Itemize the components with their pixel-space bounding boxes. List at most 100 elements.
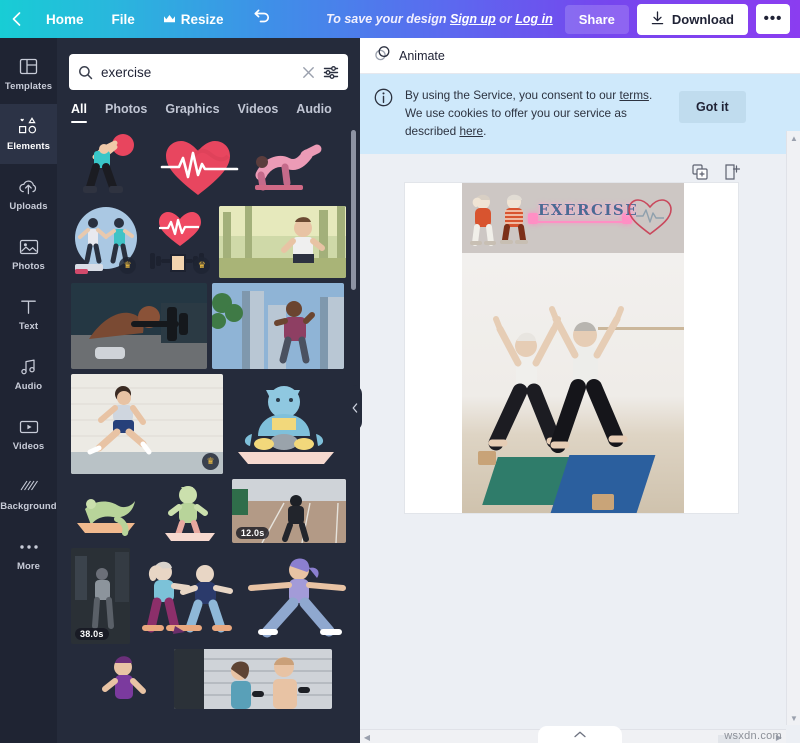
home-label: Home (46, 12, 84, 27)
scroll-up-arrow-icon[interactable]: ▲ (787, 131, 800, 145)
ellipsis-icon (18, 536, 40, 557)
result-item-graphic-pair[interactable]: ♛ (71, 206, 140, 278)
templates-icon (19, 56, 38, 77)
result-item-graphic-ball[interactable] (71, 129, 149, 201)
sidebar-item-templates[interactable]: Templates (0, 44, 57, 104)
video-play-icon (19, 416, 39, 437)
sidebar-item-text[interactable]: Text (0, 284, 57, 344)
home-menu-button[interactable]: Home (32, 0, 98, 38)
tab-videos[interactable]: Videos (238, 102, 279, 123)
sidebar-item-audio[interactable]: Audio (0, 344, 57, 404)
sidebar-item-photos[interactable]: Photos (0, 224, 57, 284)
result-item-dumbbell-heart[interactable]: ♛ (145, 206, 214, 278)
download-label: Download (672, 12, 734, 27)
sidebar-label: Background (0, 501, 56, 512)
result-item-graphic-two-seniors[interactable] (135, 548, 238, 644)
text-t-icon (20, 296, 37, 317)
sidebar-label: Videos (13, 441, 45, 452)
cookie-consent-banner: By using the Service, you consent to our… (360, 74, 800, 154)
result-item-video-gym-dark[interactable]: 38.0s (71, 548, 130, 644)
watermark-text: wsxdn.com (724, 730, 782, 742)
tab-label: Audio (296, 102, 331, 116)
page-tools (692, 164, 740, 180)
result-row: ♛ ♛ (71, 206, 346, 278)
elements-search-panel: All Photos Graphics Videos Audio (57, 38, 360, 743)
terms-link[interactable]: terms (619, 88, 649, 102)
sidebar-item-uploads[interactable]: Uploads (0, 164, 57, 224)
resize-label: Resize (181, 12, 224, 27)
sidebar-item-elements[interactable]: Elements (0, 104, 57, 164)
download-button[interactable]: Download (637, 4, 748, 35)
sidebar-item-videos[interactable]: Videos (0, 404, 57, 464)
sidebar-label: Uploads (9, 201, 47, 212)
result-item-graphic-stretch[interactable] (247, 129, 325, 201)
music-note-icon (19, 356, 38, 377)
undo-button[interactable] (238, 0, 285, 38)
elements-icon (18, 116, 39, 137)
result-filter-tabs: All Photos Graphics Videos Audio (57, 90, 360, 123)
share-button[interactable]: Share (565, 5, 629, 34)
bottom-panel-toggle[interactable] (538, 726, 622, 743)
file-menu-button[interactable]: File (98, 0, 149, 38)
resize-button[interactable]: Resize (149, 0, 238, 38)
animate-toolbar: Animate (360, 38, 800, 74)
canvas-vertical-scrollbar[interactable]: ▲ ▼ (786, 131, 800, 725)
undo-arrow-icon (252, 9, 271, 29)
cartoon-figure-left (470, 193, 496, 252)
search-input[interactable] (101, 65, 294, 80)
add-page-icon[interactable] (724, 164, 740, 180)
tab-all[interactable]: All (71, 102, 87, 123)
result-item-video-track[interactable]: 12.0s (232, 479, 346, 543)
close-x-icon[interactable] (302, 66, 315, 79)
result-item-graphic-croc-standing[interactable] (151, 479, 226, 543)
tab-audio[interactable]: Audio (296, 102, 331, 123)
cookie-text-1: By using the Service, you consent to our (405, 88, 619, 102)
back-button[interactable] (0, 12, 32, 26)
video-duration-badge: 12.0s (236, 527, 270, 539)
scroll-down-arrow-icon[interactable]: ▼ (787, 711, 800, 725)
sidebar-label: Photos (12, 261, 45, 272)
result-row (71, 129, 346, 201)
result-item-graphic-croc-lying[interactable] (71, 479, 146, 543)
tab-graphics[interactable]: Graphics (165, 102, 219, 123)
here-link[interactable]: here (459, 124, 483, 138)
crown-glyph: ♛ (198, 260, 206, 271)
got-it-button[interactable]: Got it (679, 91, 746, 123)
result-item-photo-barbell[interactable] (71, 283, 207, 369)
duplicate-page-icon[interactable] (692, 164, 708, 180)
tab-label: All (71, 102, 87, 116)
result-item-photo-gym-couple[interactable] (174, 649, 332, 709)
panel-scrollbar-thumb[interactable] (351, 130, 356, 290)
result-item-photo-city-runner[interactable] (212, 283, 344, 369)
result-item-photo-runner-forest[interactable] (219, 206, 346, 278)
sidebar-label: More (17, 561, 40, 572)
save-prompt: To save your design Sign up or Log in (326, 12, 553, 26)
video-duration-badge: 38.0s (75, 628, 109, 640)
sidebar-item-more[interactable]: More (0, 524, 57, 584)
sidebar-item-background[interactable]: Background (0, 464, 57, 524)
search-box[interactable] (69, 54, 348, 90)
result-item-graphic-jogger[interactable] (71, 649, 169, 709)
scroll-left-arrow-icon[interactable]: ◀ (360, 730, 374, 743)
animate-label: Animate (399, 49, 445, 63)
result-item-graphic-warrior-pose[interactable] (243, 548, 346, 644)
result-item-photo-female-runner[interactable]: ♛ (71, 374, 223, 474)
sliders-filter-icon[interactable] (323, 65, 339, 80)
result-row (71, 649, 346, 709)
more-options-button[interactable]: ••• (756, 4, 790, 34)
editor-main-area: Animate By using the Service, you consen… (360, 38, 800, 743)
design-page[interactable]: EXERCISE (405, 183, 738, 513)
tab-label: Photos (105, 102, 147, 116)
result-item-graphic-cat-yoga[interactable] (228, 374, 344, 474)
result-row: 12.0s (71, 479, 346, 543)
collapse-panel-handle[interactable] (347, 385, 362, 431)
result-item-heart-pulse[interactable] (154, 129, 242, 201)
save-prompt-or: or (496, 12, 515, 26)
search-results-grid: ♛ ♛ (57, 123, 360, 709)
result-row: 38.0s (71, 548, 346, 644)
signup-link[interactable]: Sign up (450, 12, 496, 26)
login-link[interactable]: Log in (515, 12, 553, 26)
sidebar-label: Templates (5, 81, 52, 92)
heartbeat-heart-icon (626, 195, 674, 237)
tab-photos[interactable]: Photos (105, 102, 147, 123)
